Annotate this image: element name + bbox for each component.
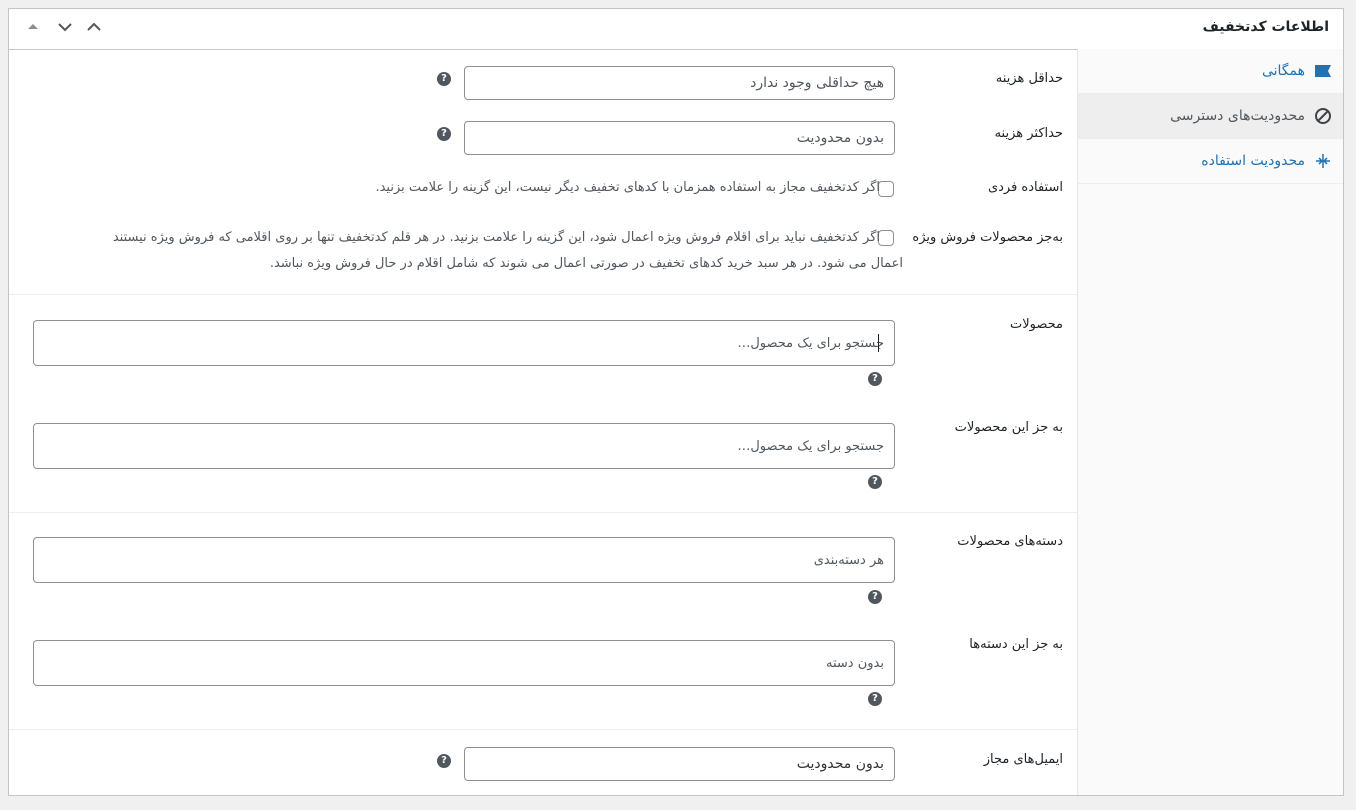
exclude-products-search-input[interactable]: جستجو برای یک محصول… xyxy=(33,423,895,469)
tab-usage-restriction[interactable]: محدودیت‌های دسترسی xyxy=(1078,94,1343,139)
tab-label: محدودیت‌های دسترسی xyxy=(1170,108,1305,124)
input-placeholder: هیچ حداقلی وجود ندارد xyxy=(750,75,884,91)
individual-use-checkbox[interactable] xyxy=(878,181,894,197)
products-label: محصولات xyxy=(1010,317,1063,332)
maximum-spend-input[interactable]: بدون محدودیت xyxy=(464,121,895,155)
allowed-emails-input[interactable]: بدون محدودیت xyxy=(464,747,895,781)
divider xyxy=(9,294,1077,295)
move-up-icon[interactable] xyxy=(21,15,45,39)
exclude-sale-checkbox[interactable] xyxy=(878,230,894,246)
individual-use-label: استفاده فردی xyxy=(987,180,1063,195)
restriction-icon xyxy=(1313,106,1333,126)
chevron-down-icon[interactable] xyxy=(53,15,77,39)
exclude-sale-description-line2: اعمال می شود. در هر سبد خرید کدهای تخفیف… xyxy=(269,256,903,271)
exclude-sale-description-line1: اگر کدتخفیف نباید برای اقلام فروش ویژه ا… xyxy=(112,230,880,245)
tab-usage-limits[interactable]: محدودیت استفاده xyxy=(1078,139,1343,184)
panel-title: اطلاعات کدتخفیف xyxy=(1202,19,1329,35)
tab-label: همگانی xyxy=(1261,63,1305,79)
tab-label: محدودیت استفاده xyxy=(1201,153,1305,169)
usage-limit-icon xyxy=(1313,151,1333,171)
input-placeholder: بدون محدودیت xyxy=(796,756,884,772)
exclude-products-label: به جز این محصولات xyxy=(954,420,1063,435)
minimum-spend-input[interactable]: هیچ حداقلی وجود ندارد xyxy=(464,66,895,100)
individual-use-description: اگر کدتخفیف مجاز به استفاده همزمان با کد… xyxy=(375,180,880,195)
help-icon[interactable]: ? xyxy=(868,590,882,604)
text-caret xyxy=(878,334,879,352)
input-placeholder: جستجو برای یک محصول… xyxy=(737,438,884,454)
panel-header: اطلاعات کدتخفیف xyxy=(9,9,1343,50)
maximum-spend-label: حداکثر هزینه xyxy=(994,126,1063,141)
help-icon[interactable]: ? xyxy=(868,372,882,386)
help-icon[interactable]: ? xyxy=(868,475,882,489)
divider xyxy=(9,729,1077,730)
coupon-tabs: همگانی محدودیت‌های دسترسی محدودیت استفاد… xyxy=(1077,49,1343,795)
help-icon[interactable]: ? xyxy=(437,127,451,141)
product-categories-label: دسته‌های محصولات xyxy=(957,534,1063,549)
minimum-spend-label: حداقل هزینه xyxy=(995,71,1063,86)
input-placeholder: جستجو برای یک محصول… xyxy=(737,335,884,351)
chevron-up-icon[interactable] xyxy=(82,15,106,39)
help-icon[interactable]: ? xyxy=(437,754,451,768)
products-search-input[interactable]: جستجو برای یک محصول… xyxy=(33,320,895,366)
input-placeholder: هر دسته‌بندی xyxy=(813,552,884,568)
divider xyxy=(9,512,1077,513)
product-categories-input[interactable]: هر دسته‌بندی xyxy=(33,537,895,583)
input-placeholder: بدون محدودیت xyxy=(796,130,884,146)
allowed-emails-label: ایمیل‌های مجاز xyxy=(983,752,1063,767)
tab-general[interactable]: همگانی xyxy=(1078,49,1343,94)
input-placeholder: بدون دسته xyxy=(826,655,884,671)
help-icon[interactable]: ? xyxy=(868,692,882,706)
usage-restriction-panel: حداقل هزینه هیچ حداقلی وجود ندارد ? حداک… xyxy=(9,49,1077,795)
help-icon[interactable]: ? xyxy=(437,72,451,86)
ticket-icon xyxy=(1313,61,1333,81)
coupon-data-panel: اطلاعات کدتخفیف همگانی محدودیت‌های دسترس… xyxy=(8,8,1344,796)
exclude-categories-input[interactable]: بدون دسته xyxy=(33,640,895,686)
exclude-sale-label: به‌جز محصولات فروش ویژه xyxy=(912,230,1063,245)
exclude-categories-label: به جز این دسته‌ها xyxy=(969,637,1063,652)
